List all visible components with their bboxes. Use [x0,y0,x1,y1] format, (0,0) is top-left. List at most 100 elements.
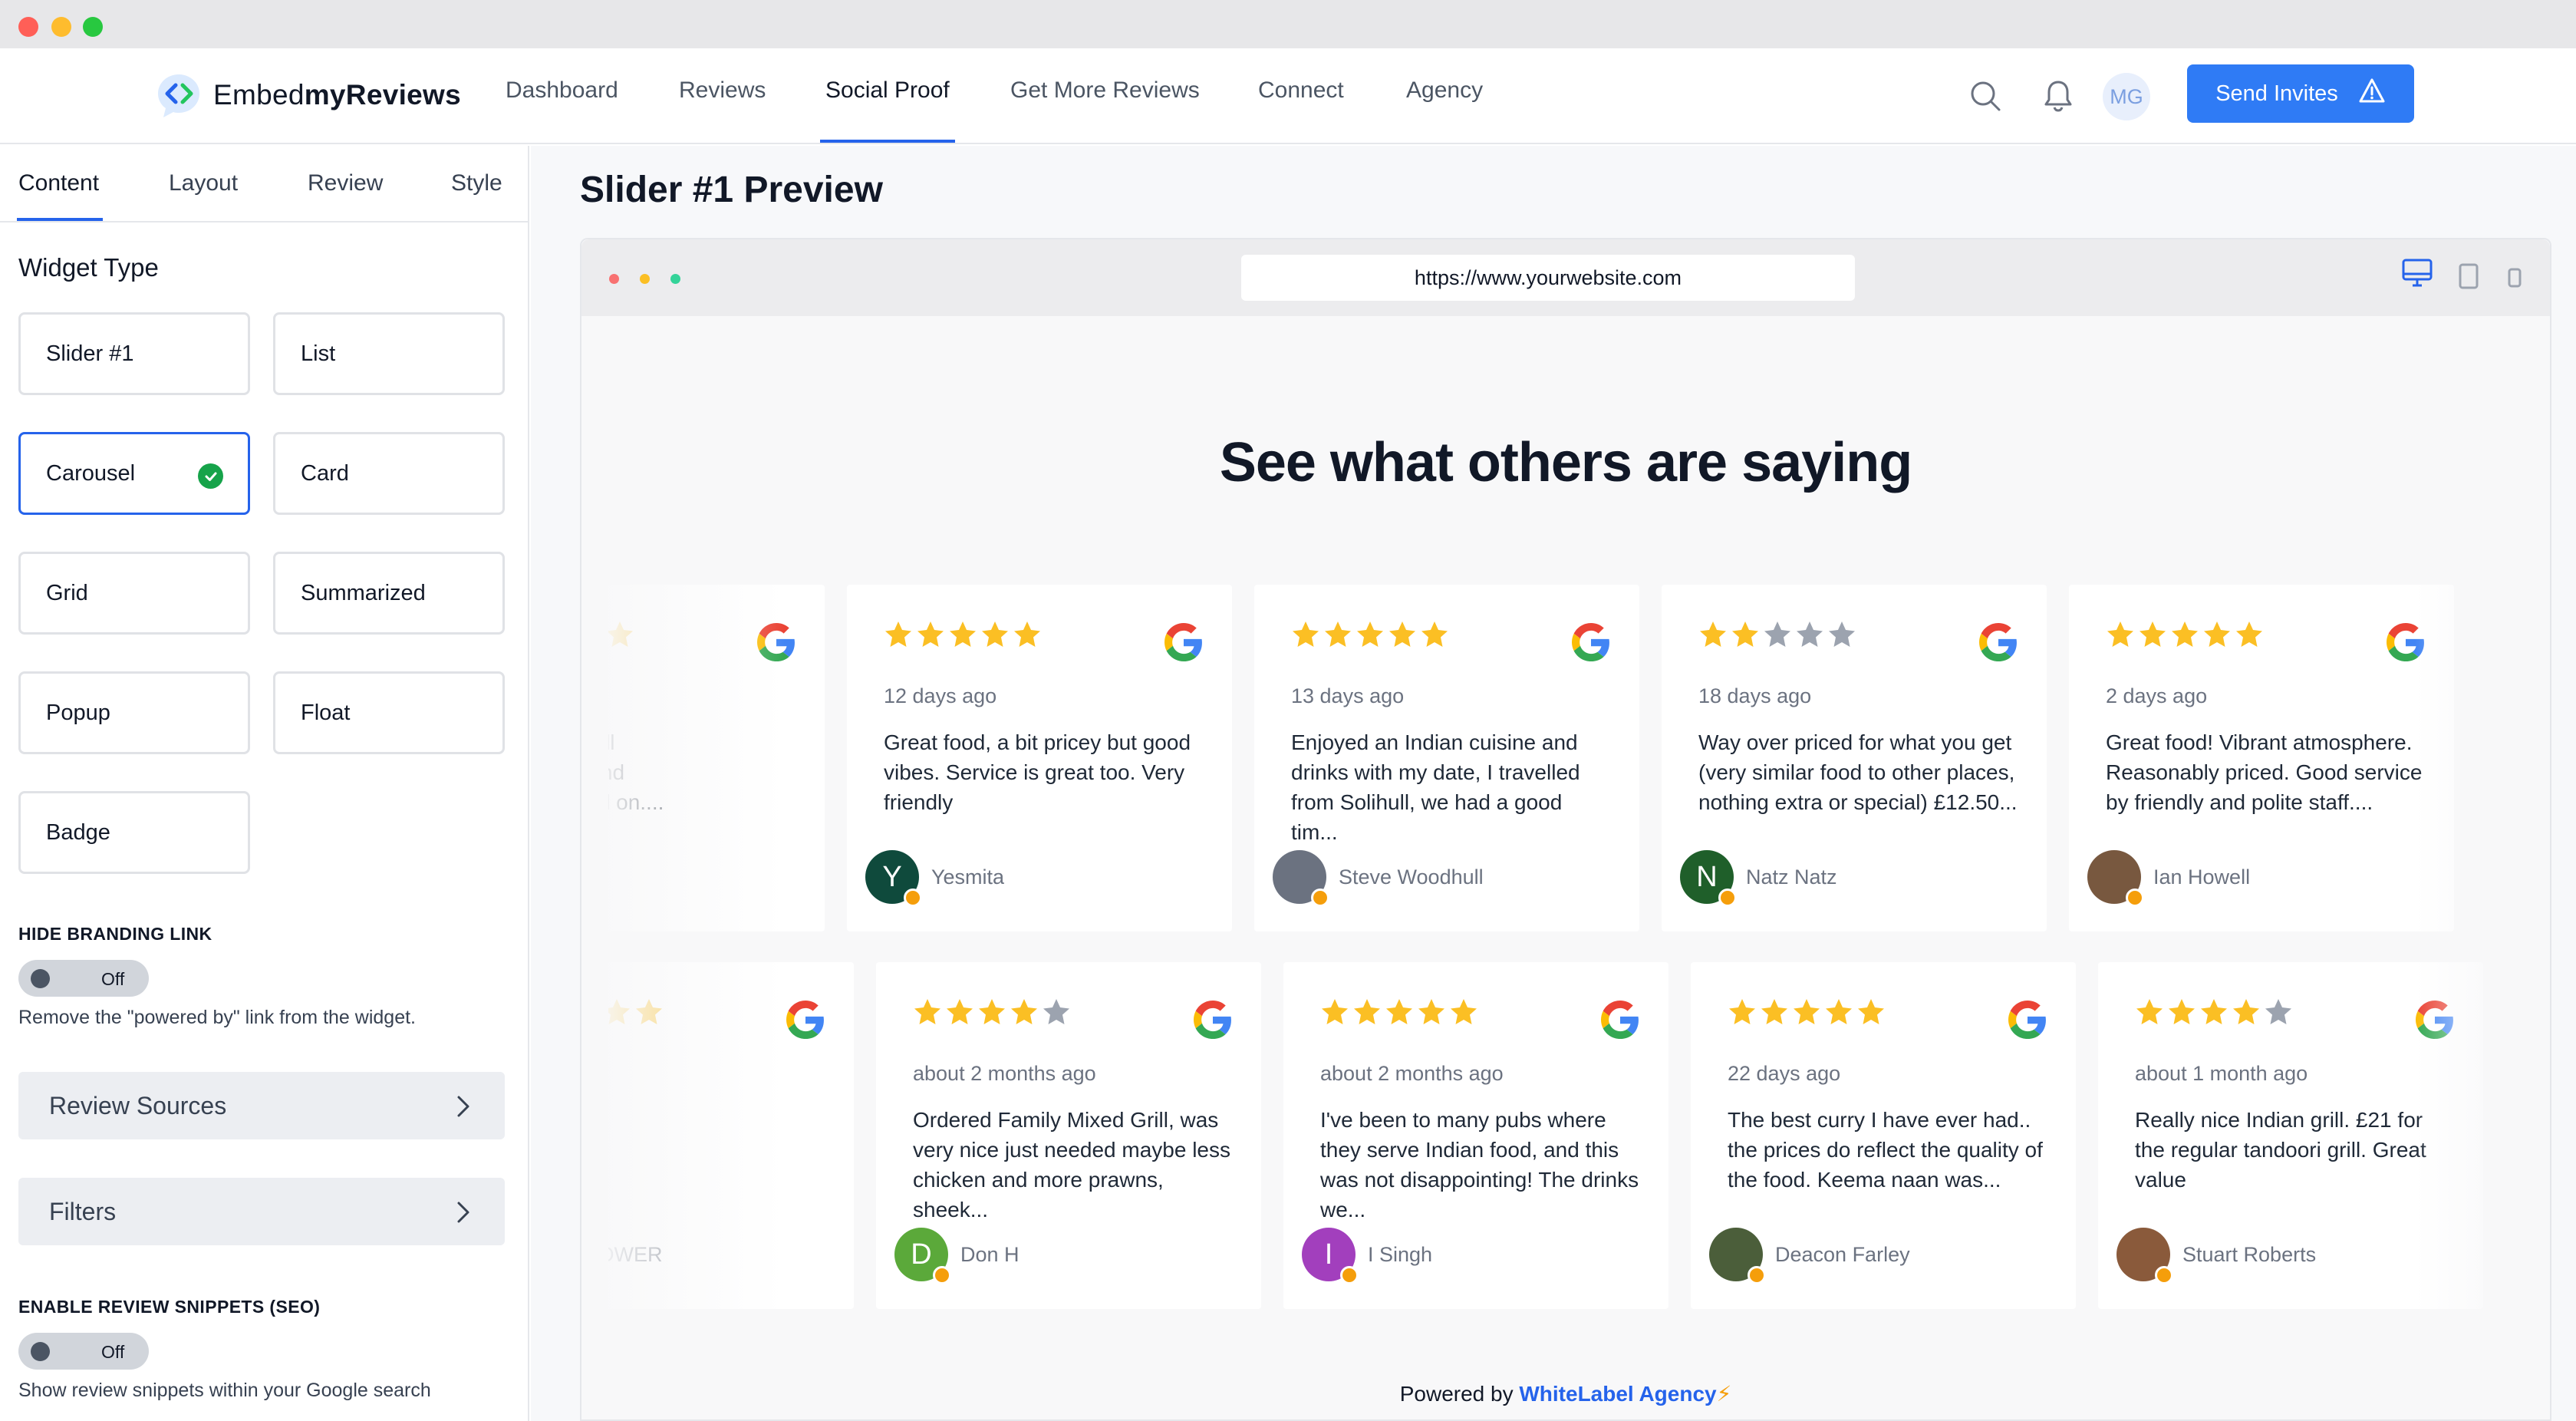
reviewer: Steve Woodhull [1273,850,1484,907]
review-card[interactable]: 2 days ago Great food! Vibrant atmosphere… [2069,585,2454,931]
reviewer-avatar: N [1680,850,1737,907]
review-card[interactable]: 13 days ago Enjoyed an Indian cuisine and… [1254,585,1639,931]
minimize-window-button[interactable] [51,17,71,37]
settings-sidebar: Content Layout Review Style Widget Type … [0,146,529,1421]
star-rating [913,997,1071,1027]
star-icon [948,620,977,649]
reviewer-avatar [2087,850,2144,907]
reviewer-avatar [2116,1228,2173,1284]
nav-get-more-reviews[interactable]: Get More Reviews [1010,77,1200,143]
star-icon [1698,620,1728,649]
review-card[interactable]: and mixed grill ating areas and ith the … [608,585,825,931]
google-icon [1601,1001,1639,1039]
star-icon [1042,997,1071,1027]
tab-review[interactable]: Review [308,170,383,196]
nav-reviews[interactable]: Reviews [679,77,766,143]
star-rating [608,620,634,649]
reviewer-name: Stuart Roberts [2182,1242,2317,1266]
review-carousel[interactable]: and mixed grill ating areas and ith the … [608,585,2507,1352]
widget-type-label: Summarized [301,580,426,605]
star-icon [1385,997,1414,1027]
mobile-view-icon[interactable] [2507,267,2522,292]
review-card[interactable]: about 2 months ago Ordered Family Mixed G… [876,962,1261,1309]
reviewer: Y Yesmita [865,850,1004,907]
review-card[interactable]: month agoed grillS BLOWER [608,962,854,1309]
toggle-knob [31,969,50,988]
widget-type-slider[interactable]: Slider #1 [18,312,250,395]
review-card[interactable]: 18 days ago Way over priced for what you … [1662,585,2047,931]
tab-layout[interactable]: Layout [169,170,238,196]
nav-social-proof[interactable]: Social Proof [825,77,950,143]
local-guide-badge-icon [2126,889,2144,907]
user-avatar[interactable]: MG [2103,73,2150,120]
reviewer-name: Don H [960,1242,1020,1266]
bell-icon[interactable] [2037,75,2079,117]
preview-title: Slider #1 Preview [580,170,883,210]
star-icon [945,997,974,1027]
review-text: ed grill [608,1105,828,1135]
top-navigation: EmbedmyReviews Dashboard Reviews Social … [0,48,2576,144]
logo-text: EmbedmyReviews [213,79,462,110]
review-date: 13 days ago [1291,684,1405,707]
nav-dashboard[interactable]: Dashboard [506,77,618,143]
hide-branding-toggle[interactable]: Off [18,960,149,997]
review-text: Ordered Family Mixed Grill, was very nic… [913,1108,1230,1222]
review-text: Really nice Indian grill. £21 for the re… [2135,1108,2426,1192]
bolt-icon: ⚡ [1716,1382,1732,1406]
maximize-window-button[interactable] [83,17,103,37]
widget-type-list[interactable]: List [273,312,505,395]
star-icon [2235,620,2264,649]
browser-dot-yellow [640,274,650,284]
widget-type-summarized[interactable]: Summarized [273,552,505,635]
widget-type-label: Carousel [46,460,136,486]
powered-by-link[interactable]: WhiteLabel Agency [1519,1382,1716,1406]
star-icon [1856,997,1886,1027]
star-rating [1698,620,1856,649]
star-icon [1792,997,1821,1027]
tablet-view-icon[interactable] [2458,262,2479,294]
tab-style[interactable]: Style [451,170,502,196]
star-icon [1388,620,1417,649]
review-snippets-title: ENABLE REVIEW SNIPPETS (SEO) [18,1297,321,1317]
nav-connect[interactable]: Connect [1258,77,1344,143]
widget-type-title: Widget Type [18,253,159,282]
search-icon[interactable] [1965,75,2006,117]
review-date: about 1 month ago [2135,1062,2308,1085]
widget-type-label: Slider #1 [46,341,134,366]
widget-type-popup[interactable]: Popup [18,671,250,754]
star-icon [608,997,631,1027]
local-guide-badge-icon [2155,1266,2173,1284]
review-snippets-toggle[interactable]: Off [18,1333,149,1370]
review-date: 22 days ago [1728,1062,1841,1085]
desktop-view-icon[interactable] [2401,258,2433,292]
browser-toolbar: https://www.yourwebsite.com [581,239,2550,316]
star-rating [2106,620,2264,649]
star-icon [2167,997,2196,1027]
review-card[interactable]: about 1 month ago Really nice Indian gril… [2098,962,2483,1309]
reviewer: Stuart Roberts [2116,1228,2317,1284]
filters-accordion[interactable]: Filters [18,1178,505,1245]
logo[interactable]: EmbedmyReviews [153,68,461,122]
widget-type-carousel[interactable]: Carousel [18,432,250,515]
tab-content[interactable]: Content [18,170,99,196]
nav-agency[interactable]: Agency [1406,77,1483,143]
widget-type-grid[interactable]: Grid [18,552,250,635]
review-text: I've been to many pubs where they serve … [1320,1108,1639,1222]
send-invites-button[interactable]: Send Invites [2187,64,2414,123]
review-card[interactable]: 12 days ago Great food, a bit pricey but … [847,585,1232,931]
review-card[interactable]: about 2 months ago I've been to many pubs… [1283,962,1668,1309]
star-icon [2106,620,2135,649]
star-icon [608,620,634,649]
reviewer-avatar: Y [865,850,922,907]
nav-active-indicator [820,140,955,143]
google-icon [2416,1001,2454,1039]
widget-type-float[interactable]: Float [273,671,505,754]
review-card[interactable]: 22 days ago The best curry I have ever ha… [1691,962,2076,1309]
widget-type-label: Grid [46,580,88,605]
widget-type-card[interactable]: Card [273,432,505,515]
review-sources-accordion[interactable]: Review Sources [18,1072,505,1139]
star-icon [1352,997,1382,1027]
close-window-button[interactable] [18,17,38,37]
star-icon [980,620,1010,649]
widget-type-badge[interactable]: Badge [18,791,250,874]
